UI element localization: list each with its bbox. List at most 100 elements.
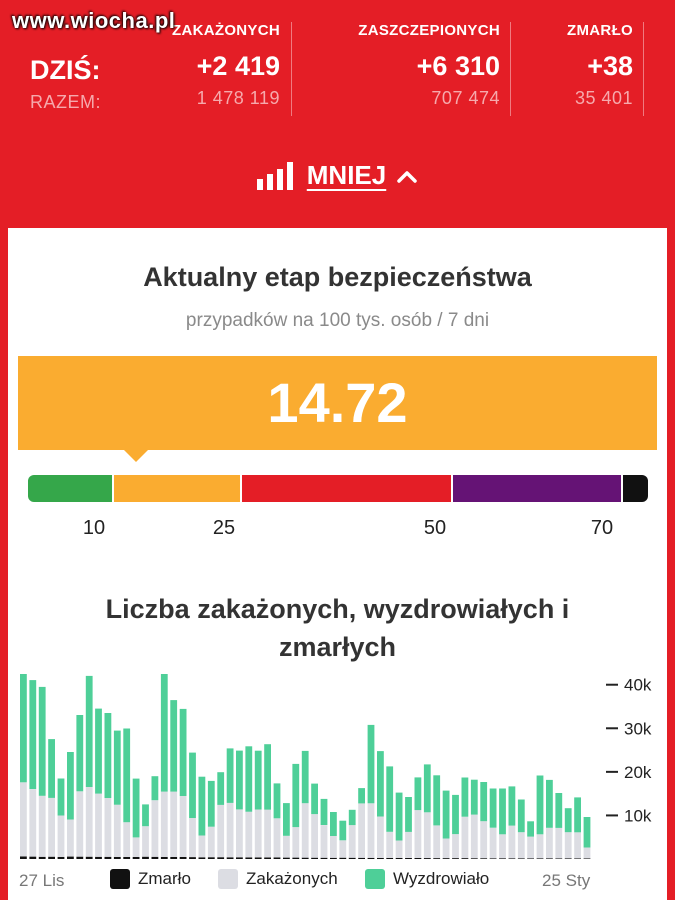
bar-wyzdrowiało xyxy=(555,793,563,828)
bar-wyzdrowiało xyxy=(546,779,553,828)
bar-zmarło xyxy=(470,858,478,859)
bar-wyzdrowiało xyxy=(348,809,356,826)
bar-wyzdrowiało xyxy=(499,788,506,835)
scale-tick: 50 xyxy=(423,517,447,539)
bar-wyzdrowiało xyxy=(48,739,55,798)
bar-wyzdrowiało xyxy=(480,782,488,822)
scale-tick: 10 xyxy=(82,517,106,539)
chart-title-line1: Liczba zakażonych, wyzdrowiałych i xyxy=(105,594,570,624)
y-tick-label: 30k xyxy=(624,719,652,738)
bar-wyzdrowiało xyxy=(29,680,37,789)
bar-zmarło xyxy=(283,857,290,859)
legend-swatch xyxy=(365,869,385,889)
y-tick-label: 10k xyxy=(624,806,652,825)
bar-wyzdrowiało xyxy=(583,817,591,848)
legend-label: Wyzdrowiało xyxy=(393,869,490,888)
bar-zmarło xyxy=(217,857,225,859)
bar-zmarło xyxy=(499,858,506,859)
bar-wyzdrowiało xyxy=(95,708,102,794)
bar-zmarło xyxy=(142,856,149,859)
bar-wyzdrowiało xyxy=(142,804,149,827)
safety-title: Aktualny etap bezpieczeństwa xyxy=(143,262,532,292)
bar-zmarło xyxy=(57,856,65,859)
legend-swatch xyxy=(218,869,238,889)
bar-zmarło xyxy=(452,858,459,859)
bar-zmarło xyxy=(517,858,525,859)
bar-zmarło xyxy=(489,858,497,859)
bar-zmarło xyxy=(245,857,253,859)
legend-item-deaths: Zmarło xyxy=(110,869,191,889)
bar-wyzdrowiało xyxy=(170,700,178,792)
bar-zmarło xyxy=(395,857,403,859)
bar-zmarło xyxy=(480,858,488,859)
bar-zmarło xyxy=(367,857,375,859)
bar-zakażonych xyxy=(527,836,534,859)
bar-wyzdrowiało xyxy=(489,788,497,828)
bar-zakażonych xyxy=(452,834,459,859)
bar-zmarło xyxy=(461,858,469,859)
legend-item-recovered: Wyzdrowiało xyxy=(365,869,489,889)
bar-wyzdrowiało xyxy=(405,797,412,832)
bar-zmarło xyxy=(113,856,121,859)
bar-zakażonych xyxy=(283,835,290,858)
legend-swatch xyxy=(110,869,130,889)
scale-tick: 70 xyxy=(590,517,614,539)
bar-wyzdrowiało xyxy=(76,715,84,792)
bar-zmarło xyxy=(320,857,328,859)
bar-zakażonych xyxy=(423,812,431,859)
chart-start-date: 27 Lis xyxy=(19,871,65,890)
bar-zmarło xyxy=(85,856,93,859)
bar-zakażonych xyxy=(292,827,300,858)
bar-zakażonych xyxy=(95,793,102,857)
bar-zmarło xyxy=(254,857,262,859)
bar-zakażonych xyxy=(104,798,112,857)
bar-zmarło xyxy=(48,856,55,859)
bar-zakażonych xyxy=(29,789,37,857)
bar-zmarło xyxy=(527,858,534,859)
bar-wyzdrowiało xyxy=(160,674,168,792)
bar-zakażonych xyxy=(358,803,365,858)
legend-item-infected: Zakażonych xyxy=(218,869,338,889)
bar-zmarło xyxy=(405,858,412,859)
bar-wyzdrowiało xyxy=(85,675,93,787)
bar-zmarło xyxy=(442,858,450,859)
bar-zakażonych xyxy=(57,815,65,857)
bar-wyzdrowiało xyxy=(311,783,318,815)
bar-zakażonych xyxy=(254,809,262,858)
bar-zakażonych xyxy=(564,832,572,859)
divider xyxy=(291,22,292,116)
bar-zakażonych xyxy=(38,795,46,857)
bar-wyzdrowiało xyxy=(386,766,394,832)
bar-zakażonych xyxy=(583,847,591,859)
bar-zakażonych xyxy=(414,810,422,858)
bar-zakażonych xyxy=(264,809,271,858)
stat-infected-today: +2 419 xyxy=(196,51,280,81)
bar-wyzdrowiało xyxy=(574,797,581,833)
bar-zakażonych xyxy=(320,825,328,858)
scale-segment xyxy=(28,475,114,502)
bar-zmarło xyxy=(29,856,37,859)
bar-zakażonych xyxy=(405,831,412,858)
bar-zakażonych xyxy=(301,803,309,858)
bar-zmarło xyxy=(301,857,309,859)
bar-wyzdrowiało xyxy=(104,713,112,798)
bar-zakażonych xyxy=(339,840,347,858)
bar-zmarło xyxy=(433,858,441,859)
stat-deaths: ZMARŁO +38 35 401 xyxy=(567,22,633,109)
bar-wyzdrowiało xyxy=(470,779,478,815)
bar-zmarło xyxy=(414,858,422,859)
bar-zmarło xyxy=(536,858,544,859)
bar-zakażonych xyxy=(546,827,553,859)
bar-zakażonych xyxy=(386,831,394,858)
safety-scale xyxy=(28,475,648,502)
bar-zmarło xyxy=(123,857,131,859)
bar-zakażonych xyxy=(499,834,506,859)
stat-infected: ZAKAŻONYCH +2 419 1 478 119 xyxy=(172,22,280,109)
bar-zakażonych xyxy=(367,803,375,858)
bar-wyzdrowiało xyxy=(151,776,159,801)
divider xyxy=(643,22,644,116)
safety-value-banner: 14.72 xyxy=(18,356,657,450)
bar-zakażonych xyxy=(442,838,450,859)
less-toggle-button[interactable]: MNIEJ xyxy=(256,160,418,191)
bar-zmarło xyxy=(377,857,384,859)
